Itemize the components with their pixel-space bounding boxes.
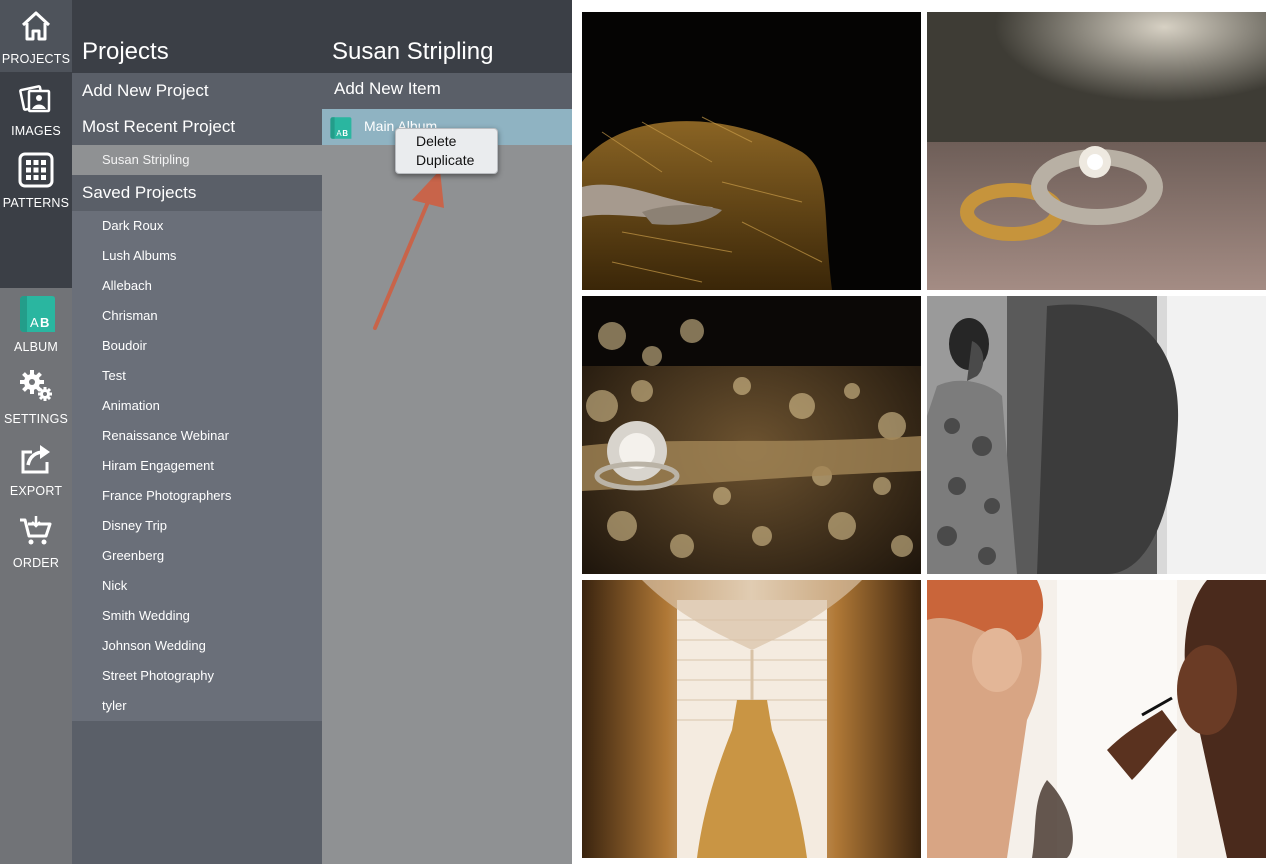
nav-images-button[interactable]: IMAGES	[0, 72, 72, 144]
saved-project-item[interactable]: Allebach	[102, 271, 152, 301]
saved-projects-heading: Saved Projects	[72, 175, 322, 211]
items-header: Susan Stripling	[322, 0, 572, 73]
saved-project-item[interactable]: Chrisman	[102, 301, 158, 331]
nav-export-button[interactable]: EXPORT	[0, 432, 72, 504]
ring-on-sparkles-photo[interactable]	[582, 296, 921, 574]
nav-patterns-button[interactable]: PATTERNS	[0, 144, 72, 216]
saved-projects-label: Saved Projects	[82, 183, 197, 202]
svg-text:B: B	[40, 315, 49, 330]
projects-header: Projects	[72, 0, 322, 73]
nav-projects-button[interactable]: PROJECTS	[0, 0, 72, 72]
projects-panel-empty	[72, 721, 322, 864]
projects-panel: Projects Add New Project Most Recent Pro…	[72, 0, 322, 864]
saved-projects-list: Dark Roux Lush Albums Allebach Chrisman …	[72, 211, 322, 721]
saved-project-item[interactable]: Animation	[102, 391, 160, 421]
wedding-rings-photo[interactable]	[927, 12, 1266, 290]
most-recent-project-label: Susan Stripling	[102, 152, 190, 167]
context-duplicate-item[interactable]: Duplicate	[416, 152, 474, 168]
album-ab-icon: A B	[20, 296, 55, 332]
most-recent-label: Most Recent Project	[82, 117, 236, 136]
items-title: Susan Stripling	[332, 38, 494, 65]
svg-text:B: B	[342, 129, 348, 138]
projects-title: Projects	[82, 38, 169, 65]
add-new-project-label: Add New Project	[82, 81, 209, 100]
saved-project-item[interactable]: Test	[102, 361, 126, 391]
saved-project-item[interactable]: Street Photography	[102, 661, 214, 691]
share-icon	[21, 445, 50, 474]
svg-text:A: A	[336, 129, 342, 138]
nav-rail: PROJECTS IMAGES PATTERNS A B ALBUM SETTI…	[0, 0, 72, 864]
grid-icon	[18, 152, 54, 188]
bride-in-robe-photo[interactable]	[927, 296, 1266, 574]
nav-album-button[interactable]: A B ALBUM	[0, 288, 72, 360]
shoes-on-hay-photo[interactable]	[582, 12, 921, 290]
nav-settings-button[interactable]: SETTINGS	[0, 360, 72, 432]
add-new-item-button[interactable]: Add New Item	[322, 73, 572, 109]
saved-project-item[interactable]: Dark Roux	[102, 211, 163, 241]
saved-project-item[interactable]: Lush Albums	[102, 241, 176, 271]
nav-projects-label: PROJECTS	[1, 52, 71, 66]
context-menu: Delete Duplicate	[395, 128, 498, 174]
most-recent-heading: Most Recent Project	[72, 109, 322, 145]
photos-icon	[19, 85, 51, 113]
saved-project-item[interactable]: Renaissance Webinar	[102, 421, 229, 451]
saved-project-item[interactable]: Johnson Wedding	[102, 631, 206, 661]
saved-project-item[interactable]: tyler	[102, 691, 127, 721]
pointer-arrow-icon	[373, 170, 444, 330]
home-icon	[21, 11, 51, 41]
most-recent-project-item[interactable]: Susan Stripling	[72, 145, 322, 175]
nav-settings-label: SETTINGS	[3, 412, 69, 426]
gears-icon	[20, 370, 52, 401]
bride-makeup-photo[interactable]	[927, 580, 1266, 858]
saved-project-item[interactable]: Nick	[102, 571, 127, 601]
add-new-item-label: Add New Item	[334, 79, 441, 98]
add-new-project-button[interactable]: Add New Project	[72, 73, 322, 109]
nav-export-label: EXPORT	[9, 484, 63, 498]
saved-project-item[interactable]: Disney Trip	[102, 511, 167, 541]
saved-project-item[interactable]: Boudoir	[102, 331, 147, 361]
nav-order-button[interactable]: ORDER	[0, 504, 72, 576]
nav-order-label: ORDER	[12, 556, 60, 570]
album-ab-icon: A B	[330, 117, 352, 139]
wedding-dress-window-photo[interactable]	[582, 580, 921, 858]
nav-album-label: ALBUM	[13, 340, 59, 354]
nav-patterns-label: PATTERNS	[2, 196, 70, 210]
saved-project-item[interactable]: Smith Wedding	[102, 601, 190, 631]
saved-project-item[interactable]: France Photographers	[102, 481, 231, 511]
context-delete-item[interactable]: Delete	[416, 133, 456, 149]
saved-project-item[interactable]: Greenberg	[102, 541, 164, 571]
nav-images-label: IMAGES	[11, 124, 61, 138]
svg-text:A: A	[30, 315, 39, 330]
cart-icon	[20, 516, 52, 545]
saved-project-item[interactable]: Hiram Engagement	[102, 451, 214, 481]
